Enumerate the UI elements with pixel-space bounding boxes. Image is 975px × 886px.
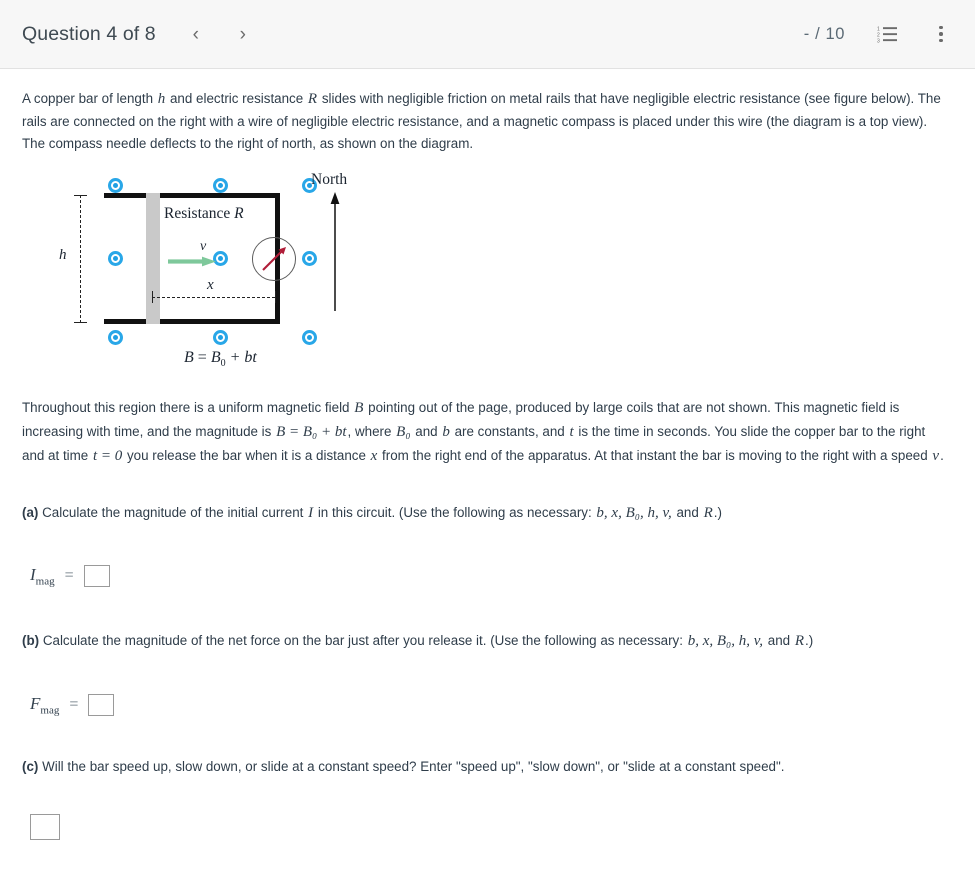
distance-label: x xyxy=(207,276,214,293)
p2-seg-3: , where xyxy=(347,424,396,439)
north-arrow xyxy=(328,191,342,311)
question-navigation: ‹ › xyxy=(186,23,253,45)
p2-symbol-v: v xyxy=(932,448,940,465)
resistance-label: Resistance R xyxy=(164,205,244,223)
next-question-button[interactable]: › xyxy=(233,23,253,45)
intro-symbol-h: h xyxy=(157,91,166,107)
part-a-seg-4: .) xyxy=(713,504,722,520)
part-a-seg-2: in this circuit. (Use the following as n… xyxy=(314,504,596,520)
field-eq-rhs: B xyxy=(210,348,221,366)
svg-text:3: 3 xyxy=(877,39,880,44)
part-b-seg-2: and xyxy=(764,633,794,649)
vertical-dots-icon[interactable] xyxy=(929,22,953,46)
p2-seg-1: Throughout this region there is a unifor… xyxy=(22,399,354,415)
part-a-variable-list: b, x, B₀, h, v, xyxy=(596,504,672,521)
part-b-equals-sign: = xyxy=(69,695,79,713)
part-a-answer-row: Imag = xyxy=(30,565,953,587)
field-equation-label: B = B0 + bt xyxy=(184,348,257,369)
p2-symbol-b: b xyxy=(442,424,450,440)
field-dot xyxy=(302,329,317,345)
score-display: - / 10 xyxy=(803,24,845,43)
part-b-answer-input[interactable] xyxy=(88,693,115,716)
part-a-label-subscript: mag xyxy=(35,575,55,588)
part-a-answer-label: Imag xyxy=(30,565,55,587)
velocity-label: v xyxy=(200,238,207,254)
part-b-variable-R: R xyxy=(794,633,804,650)
field-eq-tail: + bt xyxy=(229,348,257,366)
p2-seg-7: you release the bar when it is a distanc… xyxy=(123,448,370,464)
field-eq-lhs: B xyxy=(184,348,194,366)
header-right-group: - / 10 1 2 3 xyxy=(804,22,953,46)
magnetic-compass xyxy=(252,236,296,281)
resistance-symbol: R xyxy=(234,204,244,222)
part-b-variable-list: b, x, B₀, h, v, xyxy=(687,633,764,650)
field-dot xyxy=(213,329,228,345)
question-body: A copper bar of length h and electric re… xyxy=(0,69,975,886)
height-dimension xyxy=(74,194,87,323)
p2-time-zero: t = 0 xyxy=(92,448,123,465)
circuit-diagram-figure: h Resistance R v x North B = B0 + bt xyxy=(56,169,436,384)
part-c-question: (c) Will the bar speed up, slow down, or… xyxy=(22,756,953,778)
part-c-answer-input[interactable] xyxy=(30,813,60,840)
field-dot xyxy=(213,177,228,193)
velocity-arrow xyxy=(168,254,216,267)
part-b-question: (b) Calculate the magnitude of the net f… xyxy=(22,629,953,653)
height-label: h xyxy=(59,246,67,263)
field-description-paragraph: Throughout this region there is a unifor… xyxy=(22,396,947,469)
part-b-seg-1: Calculate the magnitude of the net force… xyxy=(39,633,687,649)
copper-bar xyxy=(146,192,160,324)
x-tick-right xyxy=(275,290,277,303)
p2-symbol-B: B xyxy=(354,399,364,416)
part-b-label-subscript: mag xyxy=(40,703,60,716)
field-dot xyxy=(108,250,123,266)
x-dimension-line xyxy=(152,296,275,298)
part-a-seg-1: Calculate the magnitude of the initial c… xyxy=(38,504,308,520)
numbered-list-icon[interactable]: 1 2 3 xyxy=(875,22,899,46)
resistance-word: Resistance xyxy=(164,204,231,222)
part-a-question: (a) Calculate the magnitude of the initi… xyxy=(22,501,953,525)
p2-seg-9: . xyxy=(940,448,944,464)
rail-top xyxy=(104,192,280,198)
part-b-marker: (b) xyxy=(22,633,40,649)
part-b-answer-row: Fmag = xyxy=(30,694,953,716)
part-a-equals-sign: = xyxy=(64,567,74,585)
part-b-label-symbol: F xyxy=(30,693,41,713)
rail-bottom xyxy=(104,318,280,324)
part-c-marker: (c) xyxy=(22,758,39,774)
p2-field-equation: B = B₀ + bt xyxy=(276,424,347,440)
part-c-text: Will the bar speed up, slow down, or sli… xyxy=(38,758,785,774)
part-b-seg-3: .) xyxy=(805,633,814,649)
intro-seg-1: A copper bar of length xyxy=(22,91,157,106)
question-header: Question 4 of 8 ‹ › - / 10 1 2 3 xyxy=(0,0,975,69)
p2-seg-4: and xyxy=(411,424,442,439)
p2-seg-5: are constants, and xyxy=(450,424,569,439)
p2-symbol-B0: B₀ xyxy=(396,424,411,440)
part-a-variable-R: R xyxy=(703,504,713,521)
intro-paragraph: A copper bar of length h and electric re… xyxy=(22,87,947,155)
previous-question-button[interactable]: ‹ xyxy=(186,23,206,45)
part-b-answer-label: Fmag xyxy=(30,694,59,716)
p2-seg-8: from the right end of the apparatus. At … xyxy=(378,448,932,464)
north-label: North xyxy=(311,170,348,188)
part-a-seg-3: and xyxy=(672,504,703,520)
intro-seg-2: and electric resistance xyxy=(166,91,307,106)
part-a-marker: (a) xyxy=(22,504,39,520)
field-dot xyxy=(108,329,123,345)
page-title: Question 4 of 8 xyxy=(22,22,156,45)
intro-symbol-R: R xyxy=(307,91,318,107)
field-dot xyxy=(302,250,317,266)
overflow-menu-dots xyxy=(939,25,943,43)
field-eq-subscript: 0 xyxy=(220,357,226,369)
part-a-answer-input[interactable] xyxy=(83,565,110,588)
field-dot xyxy=(108,177,123,193)
part-c-answer-row xyxy=(30,813,953,840)
